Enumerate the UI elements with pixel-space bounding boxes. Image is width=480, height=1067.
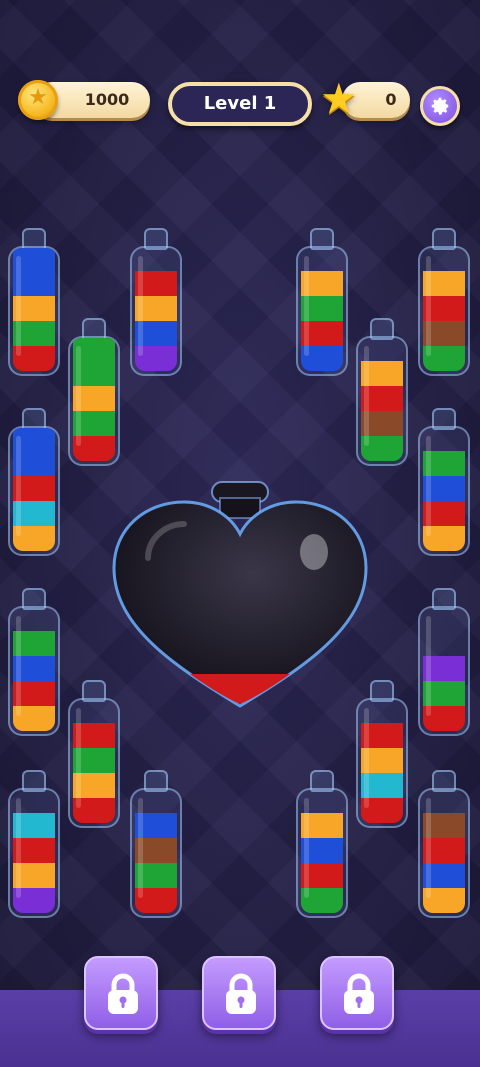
- tube-body: [418, 788, 470, 918]
- tube-7[interactable]: [8, 408, 60, 558]
- tube-8[interactable]: [418, 408, 470, 558]
- coin-count: 1000: [84, 90, 130, 109]
- tube-body: [356, 336, 408, 466]
- tube-body: [8, 246, 60, 376]
- star-icon: ★: [320, 74, 358, 123]
- tube-1[interactable]: [8, 228, 60, 378]
- tube-6[interactable]: [356, 318, 408, 468]
- tube-body: [130, 788, 182, 918]
- lock-icon: [108, 973, 138, 1014]
- tube-14[interactable]: [130, 770, 182, 920]
- tube-15[interactable]: [296, 770, 348, 920]
- tube-4[interactable]: [418, 228, 470, 378]
- tube-body: [296, 788, 348, 918]
- heart-bottle[interactable]: [108, 478, 372, 714]
- locked-slot-button-1[interactable]: [84, 956, 158, 1030]
- tube-16[interactable]: [418, 770, 470, 920]
- tube-body: [356, 698, 408, 828]
- tube-10[interactable]: [418, 588, 470, 738]
- tube-5[interactable]: [68, 318, 120, 468]
- tube-body: [418, 426, 470, 556]
- tube-body: [8, 788, 60, 918]
- gear-icon: [431, 97, 449, 115]
- tube-body: [8, 426, 60, 556]
- tube-body: [130, 246, 182, 376]
- tube-body: [8, 606, 60, 736]
- level-indicator: Level 1: [168, 82, 312, 126]
- locked-slot-button-3[interactable]: [320, 956, 394, 1030]
- heart-liquid: [190, 674, 290, 704]
- lock-icon: [226, 973, 256, 1014]
- tube-body: [68, 336, 120, 466]
- star-count: 0: [385, 90, 397, 109]
- coin-icon: [18, 80, 58, 120]
- tube-body: [296, 246, 348, 376]
- tube-body: [418, 246, 470, 376]
- tube-body: [418, 606, 470, 736]
- locked-slot-button-2[interactable]: [202, 956, 276, 1030]
- tube-2[interactable]: [130, 228, 182, 378]
- tube-13[interactable]: [8, 770, 60, 920]
- lock-icon: [344, 973, 374, 1014]
- tube-3[interactable]: [296, 228, 348, 378]
- tube-body: [68, 698, 120, 828]
- tube-9[interactable]: [8, 588, 60, 738]
- settings-button[interactable]: [420, 86, 460, 126]
